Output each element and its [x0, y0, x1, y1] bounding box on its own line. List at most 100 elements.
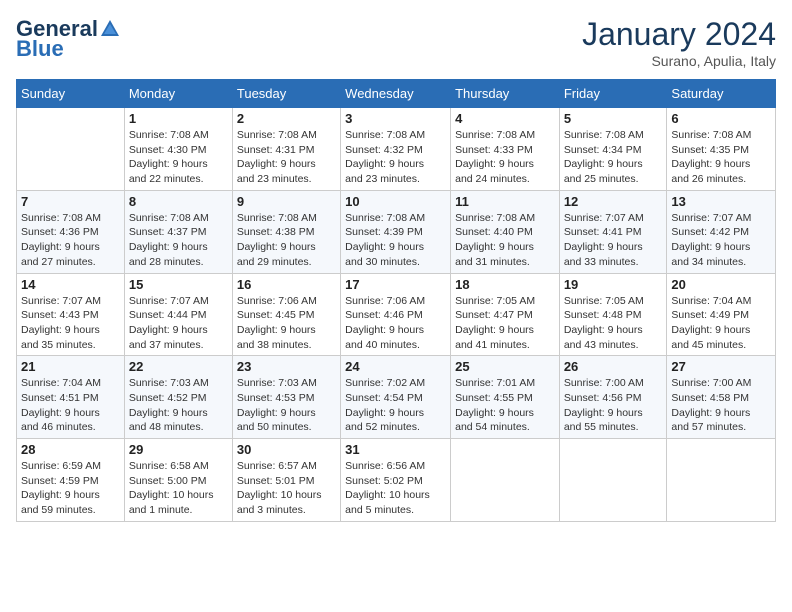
weekday-header: Wednesday	[341, 80, 451, 108]
day-number: 28	[21, 442, 120, 457]
day-info: Sunrise: 7:08 AM Sunset: 4:38 PM Dayligh…	[237, 211, 336, 270]
calendar-cell: 31 Sunrise: 6:56 AM Sunset: 5:02 PM Dayli…	[341, 439, 451, 522]
weekday-header: Tuesday	[232, 80, 340, 108]
calendar-cell: 28 Sunrise: 6:59 AM Sunset: 4:59 PM Dayli…	[17, 439, 125, 522]
day-number: 5	[564, 111, 663, 126]
calendar-cell: 29Sunrise: 6:58 AM Sunset: 5:00 PM Dayli…	[124, 439, 232, 522]
location: Surano, Apulia, Italy	[582, 53, 776, 69]
day-info: Sunrise: 7:08 AM Sunset: 4:34 PM Dayligh…	[564, 128, 663, 187]
title-block: January 2024 Surano, Apulia, Italy	[582, 16, 776, 69]
logo-icon	[99, 18, 121, 40]
day-number: 16	[237, 277, 336, 292]
calendar-cell: 19 Sunrise: 7:05 AM Sunset: 4:48 PM Dayli…	[559, 273, 667, 356]
day-number: 2	[237, 111, 336, 126]
day-info: Sunrise: 7:07 AM Sunset: 4:41 PM Dayligh…	[564, 211, 663, 270]
day-info: Sunrise: 7:08 AM Sunset: 4:35 PM Dayligh…	[671, 128, 771, 187]
day-number: 31	[345, 442, 446, 457]
calendar-week-row: 28 Sunrise: 6:59 AM Sunset: 4:59 PM Dayli…	[17, 439, 776, 522]
day-number: 10	[345, 194, 446, 209]
calendar-cell: 20 Sunrise: 7:04 AM Sunset: 4:49 PM Dayli…	[667, 273, 776, 356]
calendar-cell: 23 Sunrise: 7:03 AM Sunset: 4:53 PM Dayli…	[232, 356, 340, 439]
calendar-cell: 18 Sunrise: 7:05 AM Sunset: 4:47 PM Dayli…	[451, 273, 560, 356]
day-number: 25	[455, 359, 555, 374]
day-number: 12	[564, 194, 663, 209]
calendar-cell: 30 Sunrise: 6:57 AM Sunset: 5:01 PM Dayli…	[232, 439, 340, 522]
day-number: 24	[345, 359, 446, 374]
calendar-cell: 15Sunrise: 7:07 AM Sunset: 4:44 PM Dayli…	[124, 273, 232, 356]
day-info: Sunrise: 7:08 AM Sunset: 4:36 PM Dayligh…	[21, 211, 120, 270]
day-info: Sunrise: 7:07 AM Sunset: 4:43 PM Dayligh…	[21, 294, 120, 353]
calendar-week-row: 1 Sunrise: 7:08 AM Sunset: 4:30 PM Daylig…	[17, 108, 776, 191]
day-number: 13	[671, 194, 771, 209]
day-info: Sunrise: 7:07 AM Sunset: 4:44 PM Dayligh…	[129, 294, 228, 353]
calendar-cell: 3 Sunrise: 7:08 AM Sunset: 4:32 PM Daylig…	[341, 108, 451, 191]
calendar-cell: 6 Sunrise: 7:08 AM Sunset: 4:35 PM Daylig…	[667, 108, 776, 191]
day-info: Sunrise: 6:59 AM Sunset: 4:59 PM Dayligh…	[21, 459, 120, 518]
day-info: Sunrise: 7:05 AM Sunset: 4:47 PM Dayligh…	[455, 294, 555, 353]
calendar-cell: 9 Sunrise: 7:08 AM Sunset: 4:38 PM Daylig…	[232, 190, 340, 273]
day-number: 11	[455, 194, 555, 209]
weekday-header: Monday	[124, 80, 232, 108]
day-info: Sunrise: 6:56 AM Sunset: 5:02 PM Dayligh…	[345, 459, 446, 518]
day-info: Sunrise: 7:06 AM Sunset: 4:46 PM Dayligh…	[345, 294, 446, 353]
day-info: Sunrise: 7:06 AM Sunset: 4:45 PM Dayligh…	[237, 294, 336, 353]
calendar-cell	[667, 439, 776, 522]
day-number: 1	[129, 111, 228, 126]
calendar-cell: 8Sunrise: 7:08 AM Sunset: 4:37 PM Daylig…	[124, 190, 232, 273]
day-info: Sunrise: 7:08 AM Sunset: 4:30 PM Dayligh…	[129, 128, 228, 187]
day-number: 21	[21, 359, 120, 374]
calendar-cell: 16 Sunrise: 7:06 AM Sunset: 4:45 PM Dayli…	[232, 273, 340, 356]
day-number: 9	[237, 194, 336, 209]
day-number: 4	[455, 111, 555, 126]
day-info: Sunrise: 7:08 AM Sunset: 4:39 PM Dayligh…	[345, 211, 446, 270]
day-number: 8	[129, 194, 228, 209]
calendar-cell: 10 Sunrise: 7:08 AM Sunset: 4:39 PM Dayli…	[341, 190, 451, 273]
calendar-cell: 25Sunrise: 7:01 AM Sunset: 4:55 PM Dayli…	[451, 356, 560, 439]
weekday-header: Friday	[559, 80, 667, 108]
calendar-table: SundayMondayTuesdayWednesdayThursdayFrid…	[16, 79, 776, 522]
day-number: 3	[345, 111, 446, 126]
day-number: 20	[671, 277, 771, 292]
calendar-cell: 1 Sunrise: 7:08 AM Sunset: 4:30 PM Daylig…	[124, 108, 232, 191]
calendar-cell: 21 Sunrise: 7:04 AM Sunset: 4:51 PM Dayli…	[17, 356, 125, 439]
calendar-cell: 13 Sunrise: 7:07 AM Sunset: 4:42 PM Dayli…	[667, 190, 776, 273]
day-number: 27	[671, 359, 771, 374]
day-info: Sunrise: 7:03 AM Sunset: 4:53 PM Dayligh…	[237, 376, 336, 435]
calendar-cell: 14 Sunrise: 7:07 AM Sunset: 4:43 PM Dayli…	[17, 273, 125, 356]
day-info: Sunrise: 7:05 AM Sunset: 4:48 PM Dayligh…	[564, 294, 663, 353]
day-info: Sunrise: 6:58 AM Sunset: 5:00 PM Dayligh…	[129, 459, 228, 518]
calendar-cell: 4 Sunrise: 7:08 AM Sunset: 4:33 PM Daylig…	[451, 108, 560, 191]
day-info: Sunrise: 7:08 AM Sunset: 4:32 PM Dayligh…	[345, 128, 446, 187]
weekday-header: Saturday	[667, 80, 776, 108]
day-info: Sunrise: 7:04 AM Sunset: 4:49 PM Dayligh…	[671, 294, 771, 353]
calendar-cell	[559, 439, 667, 522]
day-number: 22	[129, 359, 228, 374]
day-number: 6	[671, 111, 771, 126]
calendar-cell: 7Sunrise: 7:08 AM Sunset: 4:36 PM Daylig…	[17, 190, 125, 273]
month-title: January 2024	[582, 16, 776, 53]
calendar-cell: 17Sunrise: 7:06 AM Sunset: 4:46 PM Dayli…	[341, 273, 451, 356]
calendar-cell	[451, 439, 560, 522]
day-number: 30	[237, 442, 336, 457]
day-number: 23	[237, 359, 336, 374]
day-info: Sunrise: 7:04 AM Sunset: 4:51 PM Dayligh…	[21, 376, 120, 435]
calendar-cell: 22Sunrise: 7:03 AM Sunset: 4:52 PM Dayli…	[124, 356, 232, 439]
day-info: Sunrise: 7:07 AM Sunset: 4:42 PM Dayligh…	[671, 211, 771, 270]
day-number: 19	[564, 277, 663, 292]
calendar-week-row: 7Sunrise: 7:08 AM Sunset: 4:36 PM Daylig…	[17, 190, 776, 273]
day-number: 14	[21, 277, 120, 292]
calendar-cell: 5 Sunrise: 7:08 AM Sunset: 4:34 PM Daylig…	[559, 108, 667, 191]
day-info: Sunrise: 7:08 AM Sunset: 4:33 PM Dayligh…	[455, 128, 555, 187]
logo-blue: Blue	[16, 36, 64, 62]
day-info: Sunrise: 7:00 AM Sunset: 4:56 PM Dayligh…	[564, 376, 663, 435]
weekday-header: Thursday	[451, 80, 560, 108]
page-header: General Blue January 2024 Surano, Apulia…	[16, 16, 776, 69]
calendar-cell	[17, 108, 125, 191]
day-number: 18	[455, 277, 555, 292]
day-info: Sunrise: 7:08 AM Sunset: 4:40 PM Dayligh…	[455, 211, 555, 270]
weekday-header-row: SundayMondayTuesdayWednesdayThursdayFrid…	[17, 80, 776, 108]
calendar-cell: 24Sunrise: 7:02 AM Sunset: 4:54 PM Dayli…	[341, 356, 451, 439]
calendar-cell: 11 Sunrise: 7:08 AM Sunset: 4:40 PM Dayli…	[451, 190, 560, 273]
day-info: Sunrise: 6:57 AM Sunset: 5:01 PM Dayligh…	[237, 459, 336, 518]
day-info: Sunrise: 7:00 AM Sunset: 4:58 PM Dayligh…	[671, 376, 771, 435]
